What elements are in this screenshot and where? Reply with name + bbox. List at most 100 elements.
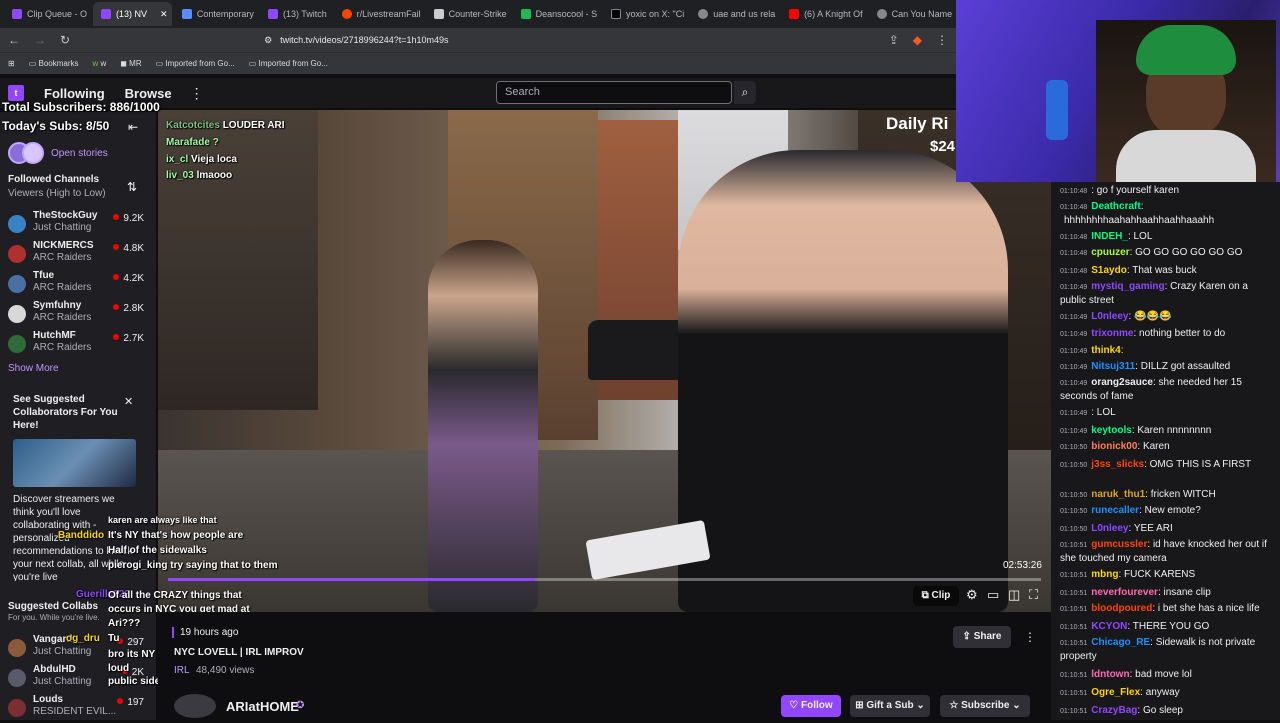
chat-username[interactable]: Ogre_Flex xyxy=(1091,687,1140,698)
avatar xyxy=(8,215,26,233)
chat-username[interactable]: mystiq_gaming xyxy=(1091,281,1164,292)
browse-link[interactable]: Browse xyxy=(125,86,172,101)
close-icon[interactable]: ✕ xyxy=(124,395,133,408)
browser-tab[interactable]: Deansocool - S xyxy=(513,2,601,26)
share-page-icon[interactable]: ⇪ xyxy=(889,33,899,47)
browser-tab[interactable]: Can You Name xyxy=(869,2,956,26)
chat-username[interactable]: Nitsuj311 xyxy=(1091,361,1135,372)
chat-username[interactable]: orang2sauce xyxy=(1091,377,1153,388)
chat-message: 01:10:48: go f yourself karen xyxy=(1060,184,1270,198)
reload-icon[interactable]: ↻ xyxy=(60,33,70,47)
theatre-mode-icon[interactable]: ▭ xyxy=(987,587,999,603)
show-more-link[interactable]: Show More xyxy=(8,363,59,374)
avatar xyxy=(8,639,26,657)
bookmark-item[interactable]: ▭ Bookmarks xyxy=(29,59,79,68)
following-link[interactable]: Following xyxy=(44,86,105,101)
browser-tab-active[interactable]: (13) NV ✕ xyxy=(92,2,172,26)
followed-channel[interactable]: NICKMERCS ARC Raiders 4.8K xyxy=(8,239,148,269)
category-link[interactable]: IRL xyxy=(174,665,190,676)
open-stories-link[interactable]: Open stories xyxy=(51,148,108,159)
browser-tab[interactable]: Contemporary xyxy=(174,2,258,26)
chat-message: 01:10:51 gumcussler: id have knocked her … xyxy=(1060,538,1270,565)
followed-channel[interactable]: Tfue ARC Raiders 4.2K xyxy=(8,269,148,299)
chat-username[interactable]: trixonme xyxy=(1091,328,1133,339)
chat-username[interactable]: S1aydo xyxy=(1091,265,1127,276)
fullscreen-icon[interactable]: ⛶ xyxy=(1029,587,1038,603)
chat-username[interactable]: L0nleey xyxy=(1091,311,1128,322)
bookmark-folder[interactable]: ▭ Imported from Go... xyxy=(249,59,328,68)
chat-username[interactable]: neverfourever xyxy=(1091,587,1158,598)
chat-text: : xyxy=(1120,345,1124,356)
followed-channel[interactable]: Symfuhny ARC Raiders 2.8K xyxy=(8,299,148,329)
price-sign: $24 xyxy=(930,138,956,155)
sidebar-toggle-icon[interactable]: ◫ xyxy=(1008,587,1020,603)
view-count: 48,490 views xyxy=(196,665,255,676)
suggested-channel[interactable]: Louds RESIDENT EVIL... 197 xyxy=(8,693,148,723)
channel-avatar[interactable] xyxy=(174,694,216,718)
browser-tab[interactable]: (6) A Knight Of xyxy=(781,2,867,26)
chat-timestamp: 01:10:49 xyxy=(1060,314,1088,321)
chat-username[interactable]: naruk_thu1 xyxy=(1091,489,1145,500)
chat-username[interactable]: CrazyBag xyxy=(1091,705,1137,716)
chat-username[interactable]: INDEH_ xyxy=(1091,231,1128,242)
search-icon[interactable]: ⌕ xyxy=(734,81,756,104)
channel-name[interactable]: ARIatHOME xyxy=(226,699,299,714)
promo-image xyxy=(13,439,136,487)
video-timestamp: 02:53:26 xyxy=(1003,560,1042,571)
followed-channel[interactable]: HutchMF ARC Raiders 2.7K xyxy=(8,329,148,359)
browser-tab[interactable]: r/LivestreamFail xyxy=(334,2,424,26)
chat-username[interactable]: L0nleey xyxy=(1091,523,1128,534)
collapse-sidebar-icon[interactable]: ⇤ xyxy=(128,120,138,134)
url-field[interactable]: ⚙ twitch.tv/videos/2718996244?t=1h10m49s xyxy=(94,35,875,46)
browser-tab[interactable]: (13) Twitch xyxy=(260,2,332,26)
chat-username[interactable]: Chicago_RE xyxy=(1091,637,1150,648)
overlay-chat-line: Marafade ? xyxy=(166,137,219,148)
chat-message: 01:10:50 L0nleey: YEE ARI xyxy=(1060,522,1270,536)
site-info-icon[interactable]: ⚙ xyxy=(264,35,272,45)
chat-username[interactable]: cpuuzer xyxy=(1091,247,1129,258)
chat-username[interactable]: bionick00 xyxy=(1091,441,1137,452)
bookmark-item[interactable]: ◼ MR xyxy=(120,59,141,68)
more-options-icon[interactable]: ⋮ xyxy=(1024,630,1036,644)
followed-channel[interactable]: TheStockGuy Just Chatting 9.2K xyxy=(8,209,148,239)
stories-avatars[interactable] xyxy=(8,142,46,164)
clip-button[interactable]: ⧉ Clip xyxy=(913,586,959,606)
bookmark-item[interactable]: w w xyxy=(93,59,107,68)
apps-icon[interactable]: ⊞ xyxy=(8,59,15,68)
chat-username[interactable]: think4 xyxy=(1091,345,1120,356)
progress-track[interactable] xyxy=(168,578,1041,581)
chat-username[interactable]: KCYON xyxy=(1091,621,1127,632)
chat-username[interactable]: j3ss_slicks xyxy=(1091,459,1144,470)
chat-username[interactable]: Deathcraft xyxy=(1091,201,1140,212)
chat-username[interactable]: gumcussler xyxy=(1091,539,1147,550)
chat-text: hhhhhhhhaahahhaahhaahhaaahh xyxy=(1064,215,1215,226)
tab-close-icon[interactable]: ✕ xyxy=(160,9,168,20)
chat-username[interactable]: bloodpoured xyxy=(1091,603,1152,614)
share-button[interactable]: ⇪ Share xyxy=(953,626,1011,648)
more-icon[interactable]: ⋮ xyxy=(190,85,204,102)
menu-icon[interactable]: ⋮ xyxy=(936,33,948,47)
favicon-icon xyxy=(12,9,22,19)
back-icon[interactable]: ← xyxy=(8,33,20,47)
browser-tab[interactable]: yoxic on X: "Ci xyxy=(603,2,688,26)
forward-icon[interactable]: → xyxy=(34,33,46,47)
twitch-logo-icon[interactable]: t xyxy=(8,85,24,101)
follow-button[interactable]: ♡ Follow xyxy=(781,695,841,717)
subscribe-button[interactable]: ☆ Subscribe ⌄ xyxy=(940,695,1030,717)
extension-icon[interactable]: ◆ xyxy=(913,33,922,47)
gift-sub-button[interactable]: ⊞ Gift a Sub ⌄ xyxy=(850,695,930,717)
search-input[interactable]: Search xyxy=(496,81,732,104)
sort-icon[interactable]: ⇅ xyxy=(127,180,137,194)
chat-username[interactable]: keytools xyxy=(1091,425,1132,436)
chat-text: : YEE ARI xyxy=(1128,523,1173,534)
chat-username[interactable]: runecaller xyxy=(1091,505,1139,516)
browser-tab[interactable]: uae and us rela xyxy=(690,2,779,26)
browser-tab[interactable]: Clip Queue - O xyxy=(4,2,91,26)
chat-username[interactable]: ldntown xyxy=(1091,669,1129,680)
bookmark-folder[interactable]: ▭ Imported from Go... xyxy=(156,59,235,68)
settings-icon[interactable]: ⚙ xyxy=(966,587,978,603)
chat-username[interactable]: mbng xyxy=(1091,569,1118,580)
browser-tab[interactable]: Counter-Strike xyxy=(426,2,511,26)
video-player[interactable]: Daily Ri $24 Katcotcites LOUDER ARI Mara… xyxy=(158,110,1051,612)
progress-fill xyxy=(168,578,535,581)
